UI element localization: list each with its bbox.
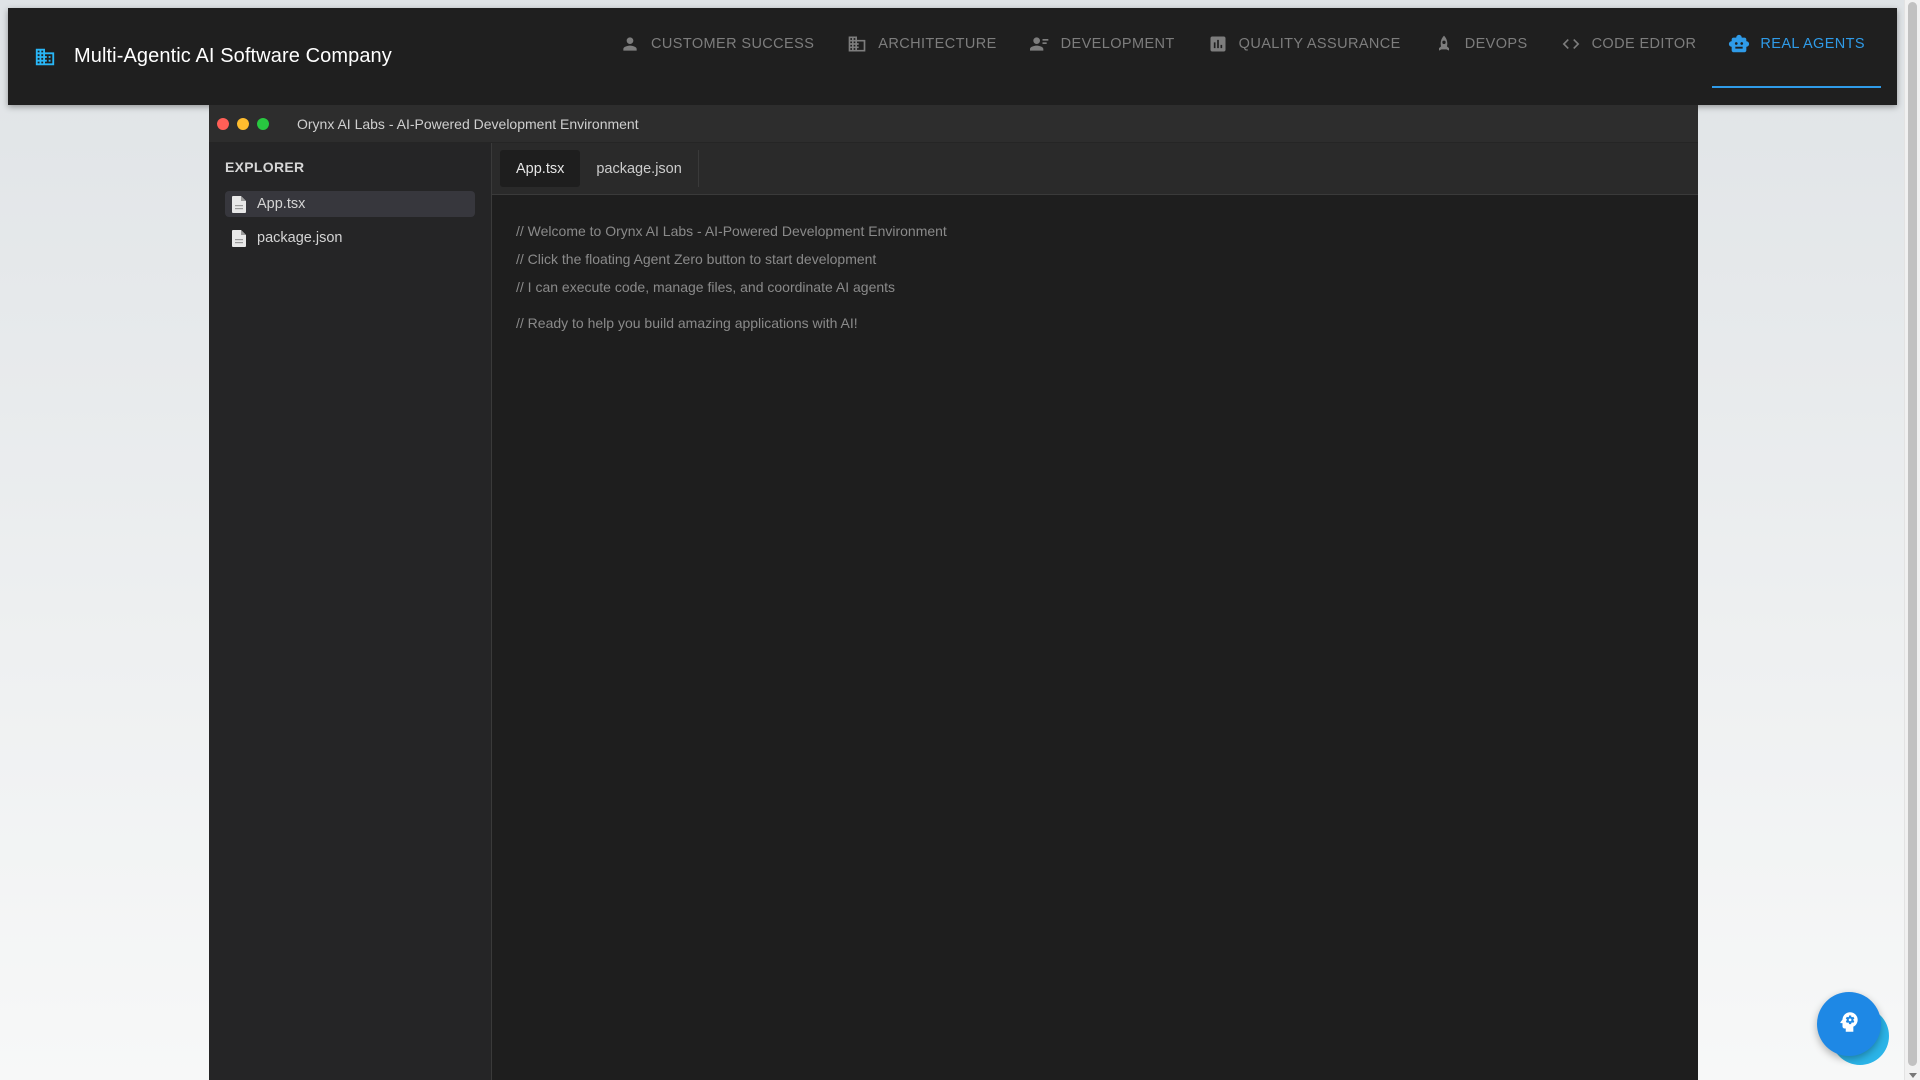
scroll-down-arrow[interactable] [1909, 1073, 1917, 1078]
explorer-title: EXPLORER [225, 159, 305, 175]
scrollbar-thumb[interactable] [1908, 2, 1917, 1066]
tab-label: Real Agents [1760, 36, 1865, 52]
close-window-button[interactable] [217, 117, 229, 130]
explorer-sidebar: EXPLORER App.tsx package.json [209, 143, 492, 1080]
file-item-app-tsx[interactable]: App.tsx [225, 191, 475, 217]
window-title: Orynx AI Labs - AI-Powered Development E… [297, 115, 639, 132]
tab-development[interactable]: Development [1013, 8, 1191, 80]
tab-quality-assurance[interactable]: Quality Assurance [1191, 8, 1417, 80]
code-icon [1560, 33, 1582, 55]
rocket-icon [1433, 33, 1455, 55]
tab-label: Code Editor [1591, 36, 1697, 52]
tab-label: DevOps [1464, 36, 1528, 52]
page-scrollbar[interactable] [1904, 0, 1920, 1080]
code-line: // Welcome to Orynx AI Labs - AI-Powered… [516, 223, 947, 239]
building-icon [32, 44, 58, 70]
developer-icon [1029, 33, 1051, 55]
editor-main: App.tsx package.json // Welcome to Orynx… [492, 143, 1698, 1080]
code-line: // Click the floating Agent Zero button … [516, 251, 877, 267]
file-name: package.json [257, 230, 343, 246]
robot-icon [1728, 33, 1750, 55]
tab-label: Architecture [878, 36, 997, 52]
minimize-window-button[interactable] [237, 117, 249, 130]
brand: Multi-Agentic AI Software Company [32, 8, 392, 105]
tab-label: Development [1060, 36, 1175, 52]
code-line: // Ready to help you build amazing appli… [516, 315, 858, 331]
agent-zero-fab-button[interactable] [1817, 992, 1881, 1056]
tab-customer-success[interactable]: Customer Success [603, 8, 830, 80]
editor-body: EXPLORER App.tsx package.json App.tsx pa… [209, 143, 1698, 1080]
window-titlebar: Orynx AI Labs - AI-Powered Development E… [209, 105, 1698, 143]
file-icon [231, 229, 247, 247]
psychology-icon [1836, 1009, 1862, 1040]
editor-window: Orynx AI Labs - AI-Powered Development E… [209, 105, 1698, 1080]
main-nav: Customer Success Architecture Developmen… [603, 8, 1881, 105]
apartment-icon [846, 33, 868, 55]
tab-real-agents[interactable]: Real Agents [1712, 8, 1881, 88]
code-line: // I can execute code, manage files, and… [516, 279, 896, 295]
person-icon [619, 33, 641, 55]
tab-devops[interactable]: DevOps [1417, 8, 1544, 80]
tab-label: Quality Assurance [1238, 36, 1401, 52]
app-bar: Multi-Agentic AI Software Company Custom… [8, 8, 1897, 105]
code-area[interactable]: // Welcome to Orynx AI Labs - AI-Powered… [492, 195, 1698, 359]
tab-label: Customer Success [651, 36, 815, 52]
tab-architecture[interactable]: Architecture [830, 8, 1012, 80]
editor-tab-package-json[interactable]: package.json [580, 150, 699, 187]
editor-tabbar: App.tsx package.json [492, 143, 1698, 195]
file-item-package-json[interactable]: package.json [225, 225, 475, 251]
file-name: App.tsx [257, 196, 306, 212]
tab-code-editor[interactable]: Code Editor [1544, 8, 1713, 80]
maximize-window-button[interactable] [257, 117, 269, 130]
editor-tab-app-tsx[interactable]: App.tsx [500, 150, 581, 187]
file-icon [231, 195, 247, 213]
chart-icon [1207, 33, 1229, 55]
app-title: Multi-Agentic AI Software Company [74, 45, 392, 67]
